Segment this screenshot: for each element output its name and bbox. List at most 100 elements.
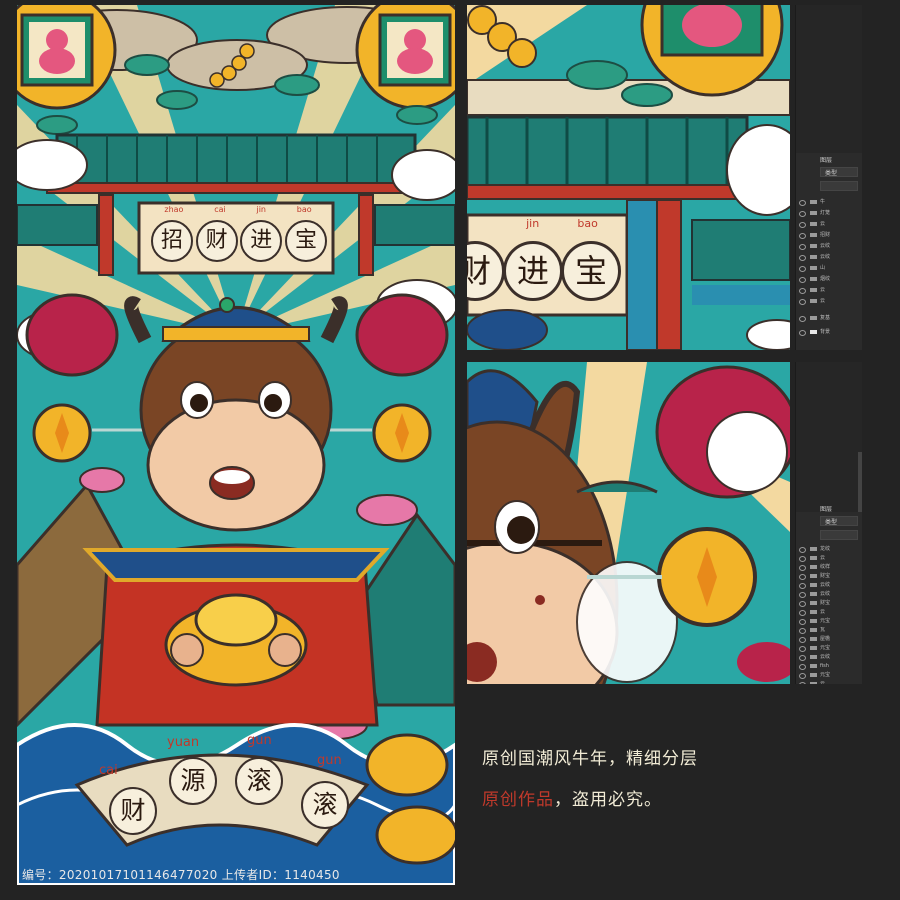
eye-icon[interactable] — [799, 330, 806, 336]
layers-tab[interactable]: 图层 — [820, 504, 832, 513]
folder-icon — [810, 556, 817, 560]
eye-icon[interactable] — [799, 244, 806, 250]
folder-icon — [810, 255, 817, 259]
eye-icon[interactable] — [799, 299, 806, 305]
crop-top-illustration — [467, 5, 790, 350]
panel-scrollbar[interactable] — [858, 452, 862, 512]
folder-icon — [810, 288, 817, 292]
layer-name: 背景 — [820, 329, 831, 335]
folder-icon — [810, 637, 817, 641]
main-poster-artwork: zhao cai jin bao 招 财 进 宝 cai yuan gun gu… — [17, 5, 455, 885]
eye-icon[interactable] — [799, 255, 806, 261]
scroll-char: 滚 — [301, 781, 349, 829]
crop-bottom-illustration — [467, 362, 790, 684]
layer-name: 复基 — [820, 315, 831, 321]
layer-thumbnail — [810, 330, 817, 334]
scroll-char: 财 — [109, 787, 157, 835]
layers-panel-bottom: 图层 类型 龙纹 云 纹样 财宝 云纹 云纹 财宝 云 元宝 瓦 屋檐 元宝 云… — [795, 362, 862, 684]
folder-icon — [810, 547, 817, 551]
folder-icon — [810, 646, 817, 650]
pinyin-label: jin — [526, 217, 540, 230]
folder-icon — [810, 583, 817, 587]
image-id-footer: 编号：20201017101146477020 上传者ID：1140450 — [22, 868, 340, 882]
pinyin-label: zhao — [164, 205, 184, 214]
panel-toolbar — [796, 362, 862, 512]
layer-row[interactable]: 云 — [796, 679, 860, 684]
layer-row[interactable]: 背景 — [796, 327, 860, 337]
layer-search[interactable] — [820, 530, 858, 540]
layers-tab[interactable]: 图层 — [820, 155, 832, 164]
layer-name: 云 — [820, 298, 826, 304]
scroll-char: 滚 — [235, 757, 283, 805]
folder-icon — [810, 610, 817, 614]
folder-icon — [810, 200, 817, 204]
eye-icon[interactable] — [799, 277, 806, 283]
eye-icon[interactable] — [799, 316, 806, 322]
pinyin-label: yuan — [167, 735, 200, 750]
layer-name: 云 — [820, 221, 826, 227]
layer-name: 烟纹 — [820, 276, 831, 282]
layer-row[interactable]: 烟纹 — [796, 274, 860, 284]
eye-icon[interactable] — [799, 233, 806, 239]
folder-icon — [810, 655, 817, 659]
layer-search[interactable] — [820, 181, 858, 191]
layer-name: 云 — [820, 287, 826, 293]
layer-row[interactable]: 云纹 — [796, 252, 860, 262]
layer-row[interactable]: 牛 — [796, 197, 860, 207]
layer-name: 云纹 — [820, 243, 831, 249]
pinyin-label: cai — [99, 763, 118, 778]
layer-filter[interactable]: 类型 — [820, 167, 858, 177]
filter-label: 类型 — [825, 170, 838, 177]
caption-piracy-warning: ，盗用必究。 — [554, 790, 662, 810]
layer-row[interactable]: 云 — [796, 285, 860, 295]
folder-icon — [810, 222, 817, 226]
poster-illustration — [17, 5, 455, 885]
folder-icon — [810, 299, 817, 303]
eye-icon[interactable] — [799, 288, 806, 294]
layer-row[interactable]: 云 — [796, 219, 860, 229]
folder-icon — [810, 592, 817, 596]
caption-original-work: 原创作品 — [482, 790, 554, 810]
eye-icon[interactable] — [799, 222, 806, 228]
layer-name: 牛 — [820, 199, 826, 205]
caption-line-2: 原创作品，盗用必究。 — [482, 785, 662, 810]
crop-plaque-pinyin: jin bao — [507, 217, 617, 231]
folder-icon — [810, 628, 817, 632]
folder-icon — [810, 673, 817, 677]
pinyin-label: cai — [214, 205, 226, 214]
filter-label: 类型 — [825, 519, 838, 526]
layer-name: 山 — [820, 265, 826, 271]
layer-row[interactable]: 山 — [796, 263, 860, 273]
layer-row[interactable]: 灯笼 — [796, 208, 860, 218]
layer-row[interactable]: 招财 — [796, 230, 860, 240]
gold-coin-right — [372, 403, 432, 463]
pinyin-label: jin — [256, 205, 266, 214]
layer-name: 招财 — [820, 232, 831, 238]
folder-icon — [810, 574, 817, 578]
caption-line-1: 原创国潮风牛年，精细分层 — [482, 749, 698, 769]
detail-crop-top: jin bao 财 进 宝 — [467, 5, 790, 350]
folder-icon — [810, 244, 817, 248]
detail-crop-bottom — [467, 362, 790, 684]
folder-icon — [810, 211, 817, 215]
scroll-pinyin-row: cai yuan gun gun — [99, 733, 359, 778]
eye-icon[interactable] — [799, 682, 806, 684]
layer-row[interactable]: 云 — [796, 296, 860, 306]
plaque-pinyin-row: zhao cai jin bao — [149, 205, 327, 217]
layer-row[interactable]: 复基 — [796, 313, 860, 323]
gold-coin-left — [32, 403, 92, 463]
crop-plaque-char: 宝 — [561, 241, 621, 301]
eye-icon[interactable] — [799, 200, 806, 206]
layer-row[interactable]: 云纹 — [796, 241, 860, 251]
pinyin-label: gun — [247, 733, 272, 748]
layer-filter[interactable]: 类型 — [820, 516, 858, 526]
layer-name: 灯笼 — [820, 210, 831, 216]
plaque-char: 财 — [195, 220, 238, 262]
folder-icon — [810, 316, 817, 320]
eye-icon[interactable] — [799, 211, 806, 217]
eye-icon[interactable] — [799, 266, 806, 272]
layer-name: 云 — [820, 681, 826, 684]
plaque-char: 进 — [240, 220, 283, 262]
plaque-char: 招 — [151, 220, 193, 262]
scroll-char: 源 — [169, 757, 217, 805]
